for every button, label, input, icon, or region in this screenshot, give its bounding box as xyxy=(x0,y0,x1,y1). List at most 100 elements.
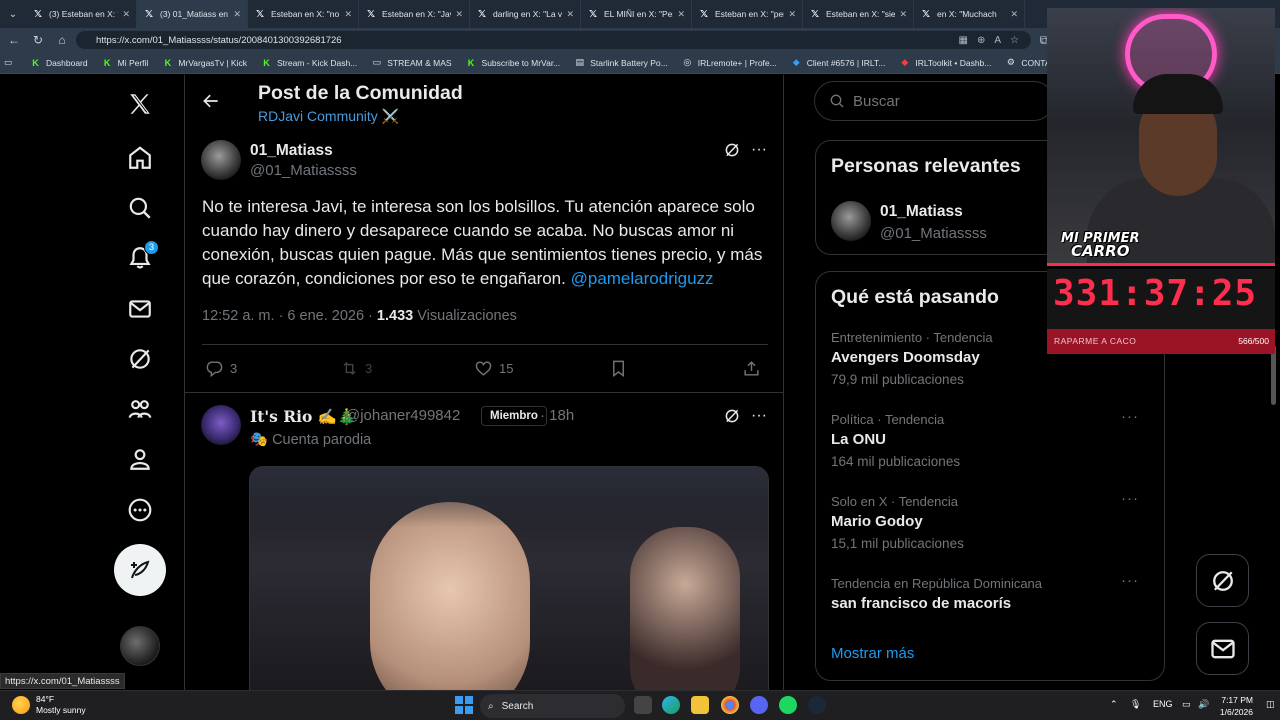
tab-close-icon[interactable]: ✕ xyxy=(455,9,463,20)
trend-more-icon[interactable]: ··· xyxy=(1121,572,1139,589)
repost-button[interactable]: 3 xyxy=(340,359,372,378)
taskbar-search[interactable]: ⌕ Search xyxy=(480,694,625,718)
trend-more-icon[interactable]: ··· xyxy=(1121,408,1139,425)
messages-float-button[interactable] xyxy=(1196,622,1249,675)
browser-tab[interactable]: 𝕏 Esteban en X: "no es ✕ xyxy=(248,0,359,28)
compose-post-button[interactable] xyxy=(114,544,166,596)
search-box[interactable]: Buscar xyxy=(814,81,1054,121)
task-view-icon[interactable] xyxy=(634,696,652,714)
post-author-handle[interactable]: @01_Matiassss xyxy=(250,162,357,179)
like-button[interactable]: 15 xyxy=(474,359,513,378)
share-button[interactable] xyxy=(742,359,761,378)
bookmark-item[interactable]: ▤ Starlink Battery Po... xyxy=(574,57,668,68)
relevant-people-title: Personas relevantes xyxy=(831,155,1021,177)
tab-close-icon[interactable]: ✕ xyxy=(344,9,352,20)
tab-close-icon[interactable]: ✕ xyxy=(1010,9,1018,20)
show-more-link[interactable]: Mostrar más xyxy=(831,645,914,662)
reply-author-name[interactable]: It's Rio ✍️🎄 xyxy=(250,407,356,426)
more-dots-icon[interactable]: ··· xyxy=(749,140,769,160)
favorite-star-icon[interactable]: ☆ xyxy=(1010,35,1019,46)
browser-tab[interactable]: 𝕏en X: "Muchach ✕ xyxy=(914,0,1025,28)
network-icon[interactable]: ▭ xyxy=(1182,699,1191,710)
reply-author-handle[interactable]: @johaner499842 xyxy=(345,407,460,424)
reload-icon[interactable]: ↻ xyxy=(26,28,50,52)
tab-close-icon[interactable]: ✕ xyxy=(677,9,685,20)
browser-tab[interactable]: 𝕏darling en X: "La ver ✕ xyxy=(470,0,581,28)
account-avatar[interactable] xyxy=(120,626,160,666)
more-options-icon[interactable] xyxy=(120,490,160,530)
grok-icon[interactable] xyxy=(722,406,742,426)
tab-close-icon[interactable]: ✕ xyxy=(233,9,241,20)
reply-time[interactable]: · 18h xyxy=(540,407,574,424)
notification-center-icon[interactable]: ◫ xyxy=(1266,699,1275,710)
home-nav-icon[interactable] xyxy=(120,138,160,178)
tab-list-chevron-icon[interactable]: ⌄ xyxy=(0,0,26,28)
post-author-avatar[interactable] xyxy=(201,140,241,180)
bookmark-item[interactable]: ◆ IRLToolkit • Dashb... xyxy=(899,57,991,68)
microphone-icon[interactable]: 🎙 xyxy=(1130,699,1141,710)
taskbar-search-label: Search xyxy=(501,700,534,712)
bookmark-menu-icon[interactable]: ▭ xyxy=(4,57,12,68)
bookmark-item[interactable]: K Mi Perfil xyxy=(102,57,148,68)
browser-tab[interactable]: 𝕏 (3) Esteban en X: "Ja ✕ xyxy=(26,0,137,28)
back-arrow-icon[interactable] xyxy=(199,89,223,113)
weather-widget[interactable]: 84°F Mostly sunny xyxy=(12,694,86,716)
bookmark-button[interactable] xyxy=(609,359,628,378)
relevant-person-handle[interactable]: @01_Matiassss xyxy=(880,225,987,242)
grok-icon[interactable] xyxy=(722,140,742,160)
tab-close-icon[interactable]: ✕ xyxy=(566,9,574,20)
profile-icon[interactable] xyxy=(120,439,160,479)
messages-envelope-icon[interactable] xyxy=(120,289,160,329)
steam-icon[interactable] xyxy=(808,696,826,714)
browser-tab[interactable]: 𝕏 EL MIÑI en X: "Pero ✕ xyxy=(581,0,692,28)
community-link[interactable]: RDJavi Community ⚔️ xyxy=(258,108,399,125)
chrome-icon[interactable] xyxy=(721,696,739,714)
x-logo-icon[interactable] xyxy=(120,84,160,124)
edge-browser-icon[interactable] xyxy=(662,696,680,714)
reply-button[interactable]: 3 xyxy=(205,359,237,378)
post-mention-link[interactable]: @pamelarodriguzz xyxy=(571,269,714,288)
explore-search-icon[interactable] xyxy=(120,188,160,228)
post-author-name[interactable]: 01_Matiass xyxy=(250,142,333,160)
reply-author-avatar[interactable] xyxy=(201,405,241,445)
bookmark-item[interactable]: K Subscribe to MrVar... xyxy=(466,57,560,68)
address-bar[interactable]: https://x.com/01_Matiassss/status/200840… xyxy=(76,31,1031,49)
browser-tab[interactable]: 𝕏 (3) 01_Matiass en X: ✕ xyxy=(137,0,248,28)
relevant-person-name[interactable]: 01_Matiass xyxy=(880,203,963,221)
tray-chevron-icon[interactable]: ⌃ xyxy=(1110,699,1118,710)
bookmark-item[interactable]: K Dashboard xyxy=(30,57,87,68)
post-timestamp[interactable]: 12:52 a. m. · 6 ene. 2026 · xyxy=(202,308,377,324)
tab-close-icon[interactable]: ✕ xyxy=(899,9,907,20)
discord-icon[interactable] xyxy=(750,696,768,714)
trend-more-icon[interactable]: ··· xyxy=(1121,490,1139,507)
like-count: 15 xyxy=(499,361,514,376)
grok-icon[interactable] xyxy=(120,339,160,379)
bookmark-item[interactable]: K Stream - Kick Dash... xyxy=(261,57,357,68)
grid-icon[interactable]: ▦ xyxy=(959,35,968,46)
language-indicator[interactable]: ENG xyxy=(1153,699,1173,709)
notifications-bell-icon[interactable]: 3 xyxy=(120,238,160,278)
communities-icon[interactable] xyxy=(120,389,160,429)
spotify-icon[interactable] xyxy=(779,696,797,714)
browser-tab[interactable]: 𝕏 Esteban en X: "siemp✕ xyxy=(803,0,914,28)
relevant-person-avatar[interactable] xyxy=(831,201,871,241)
bookmark-item[interactable]: ▭ STREAM & MAS xyxy=(371,57,452,68)
browser-tab[interactable]: 𝕏 Esteban en X: "Javi e ✕ xyxy=(359,0,470,28)
back-icon[interactable]: ← xyxy=(2,28,26,52)
system-clock[interactable]: 7:17 PM 1/6/2026 xyxy=(1213,694,1253,718)
home-icon[interactable]: ⌂ xyxy=(50,28,74,52)
grok-float-button[interactable] xyxy=(1196,554,1249,607)
volume-icon[interactable]: 🔊 xyxy=(1198,699,1209,710)
file-explorer-icon[interactable] xyxy=(691,696,709,714)
zoom-icon[interactable]: ⊕ xyxy=(977,35,985,46)
bookmark-item[interactable]: K MrVargasTv | Kick xyxy=(162,57,247,68)
bookmark-item[interactable]: ◎ IRLremote+ | Profe... xyxy=(682,57,776,68)
more-dots-icon[interactable]: ··· xyxy=(749,406,769,426)
browser-tab[interactable]: 𝕏 Esteban en X: "pero ✕ xyxy=(692,0,803,28)
read-aloud-icon[interactable]: A xyxy=(994,35,1001,46)
reply-media-gif[interactable] xyxy=(249,466,769,690)
bookmark-item[interactable]: ◆ Client #6576 | IRLT... xyxy=(791,57,886,68)
tab-close-icon[interactable]: ✕ xyxy=(788,9,796,20)
tab-close-icon[interactable]: ✕ xyxy=(122,9,130,20)
windows-start-icon[interactable] xyxy=(455,696,473,714)
